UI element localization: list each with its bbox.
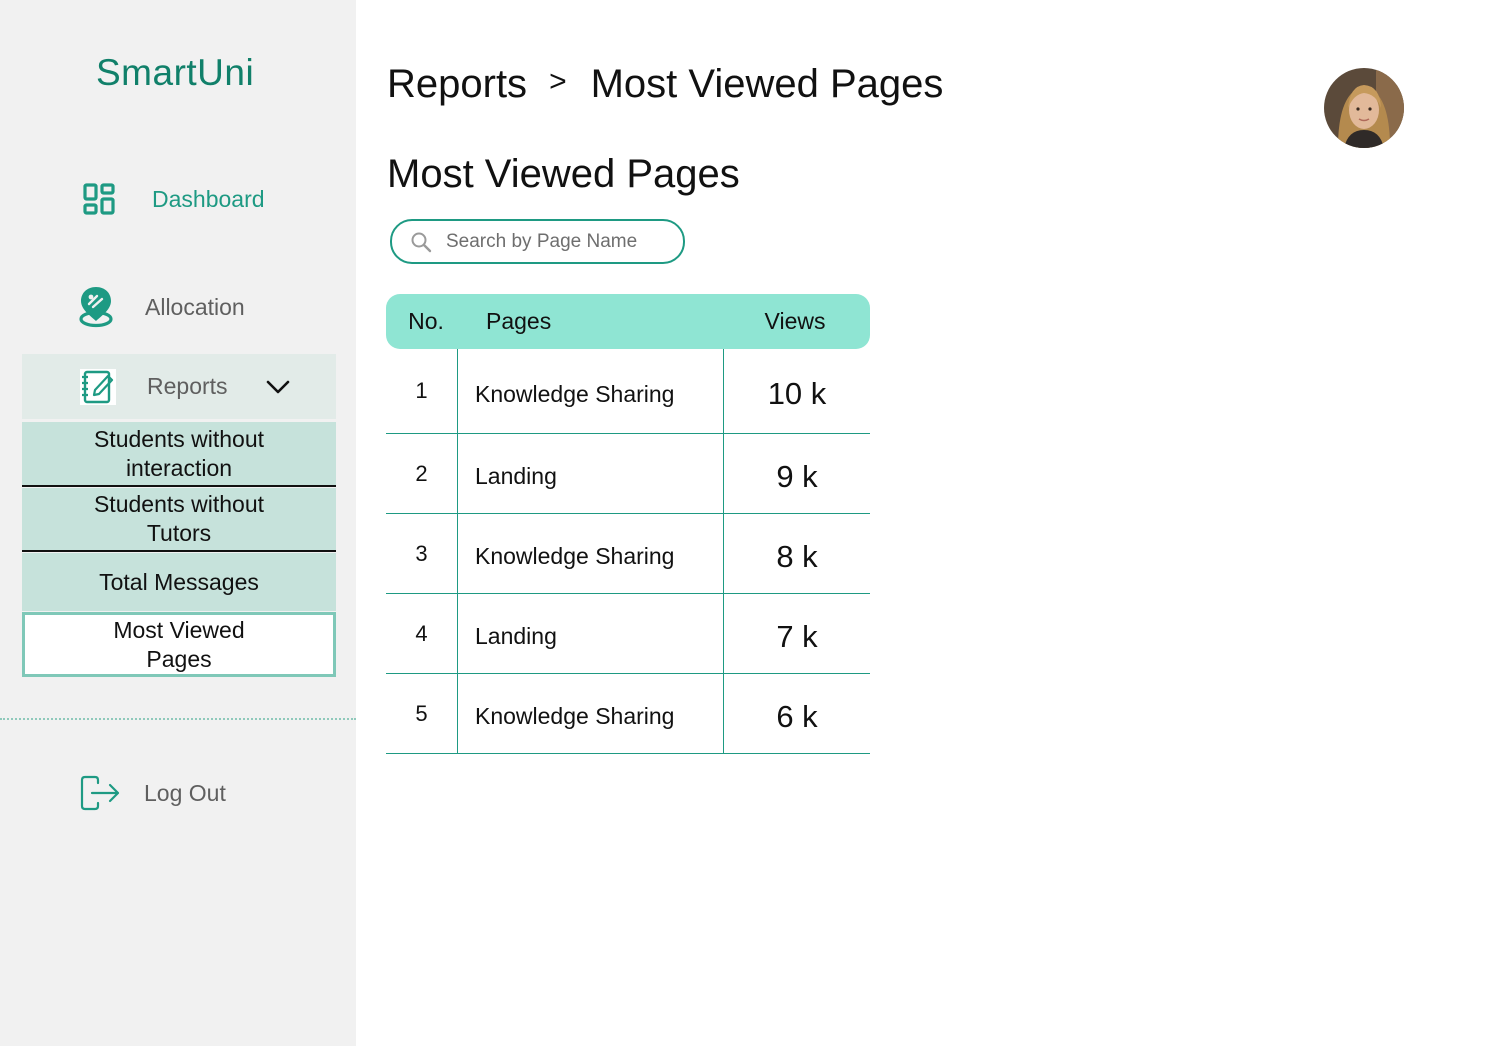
sidebar-item-label: Dashboard (152, 185, 265, 212)
submenu-item-students-without-tutors[interactable]: Students without Tutors (22, 488, 336, 552)
row-number: 3 (386, 514, 458, 593)
chevron-down-icon[interactable] (266, 379, 290, 395)
table-header: No. Pages Views (386, 294, 870, 349)
dashboard-icon (80, 180, 118, 218)
breadcrumb-root[interactable]: Reports (387, 62, 527, 107)
row-page-name: Knowledge Sharing (458, 514, 724, 593)
sidebar-item-label: Reports (147, 373, 228, 399)
row-page-name: Landing (458, 434, 724, 513)
table-row[interactable]: 4 Landing 7 k (386, 594, 870, 674)
breadcrumb: Reports > Most Viewed Pages (387, 62, 943, 107)
sidebar: SmartUni Dashboard Allocation Reports St… (0, 0, 356, 1046)
submenu-item-label: Total Messages (99, 568, 259, 595)
table-row[interactable]: 5 Knowledge Sharing 6 k (386, 674, 870, 754)
row-views: 6 k (776, 698, 818, 734)
reports-icon (80, 368, 116, 405)
column-header-pages[interactable]: Pages (462, 308, 728, 335)
row-number: 4 (386, 594, 458, 673)
submenu-item-most-viewed-pages[interactable]: Most Viewed Pages (22, 612, 336, 677)
page-title: Most Viewed Pages (387, 152, 740, 196)
table-row[interactable]: 1 Knowledge Sharing 10 k (386, 349, 870, 434)
sidebar-item-reports[interactable]: Reports (22, 354, 336, 419)
submenu-item-label: Most Viewed Pages (113, 616, 245, 672)
search-icon (410, 231, 432, 253)
sidebar-item-label: Allocation (145, 293, 245, 320)
row-page-name: Knowledge Sharing (458, 349, 724, 433)
table-row[interactable]: 3 Knowledge Sharing 8 k (386, 514, 870, 594)
row-number: 1 (386, 349, 458, 433)
row-page-name: Knowledge Sharing (458, 674, 724, 753)
breadcrumb-separator: > (549, 64, 567, 98)
row-page-name: Landing (458, 594, 724, 673)
brand-logo[interactable]: SmartUni (96, 52, 254, 94)
logout-button[interactable]: Log Out (80, 775, 226, 811)
most-viewed-pages-table: No. Pages Views 1 Knowledge Sharing 10 k… (386, 294, 870, 754)
row-views: 8 k (776, 538, 818, 574)
submenu-item-total-messages[interactable]: Total Messages (22, 553, 336, 611)
submenu-item-students-without-interaction[interactable]: Students without interaction (22, 422, 336, 487)
submenu-item-label: Students without interaction (93, 425, 265, 481)
breadcrumb-current: Most Viewed Pages (590, 62, 944, 106)
row-views: 10 k (767, 376, 827, 411)
row-number: 5 (386, 674, 458, 753)
table-row[interactable]: 2 Landing 9 k (386, 434, 870, 514)
sidebar-item-allocation[interactable]: Allocation (78, 285, 245, 329)
column-header-no[interactable]: No. (386, 308, 462, 335)
search-input[interactable] (444, 229, 678, 254)
sidebar-divider (0, 718, 356, 720)
search-box[interactable] (390, 219, 685, 264)
row-views: 7 k (776, 618, 818, 654)
row-number: 2 (386, 434, 458, 513)
logout-icon (80, 775, 120, 811)
column-header-views[interactable]: Views (728, 308, 862, 335)
sidebar-item-dashboard[interactable]: Dashboard (80, 180, 265, 218)
submenu-item-label: Students without Tutors (93, 491, 265, 546)
row-views: 9 k (776, 458, 818, 494)
allocation-icon (78, 285, 114, 329)
logout-label: Log Out (144, 779, 226, 806)
avatar[interactable] (1324, 68, 1404, 148)
